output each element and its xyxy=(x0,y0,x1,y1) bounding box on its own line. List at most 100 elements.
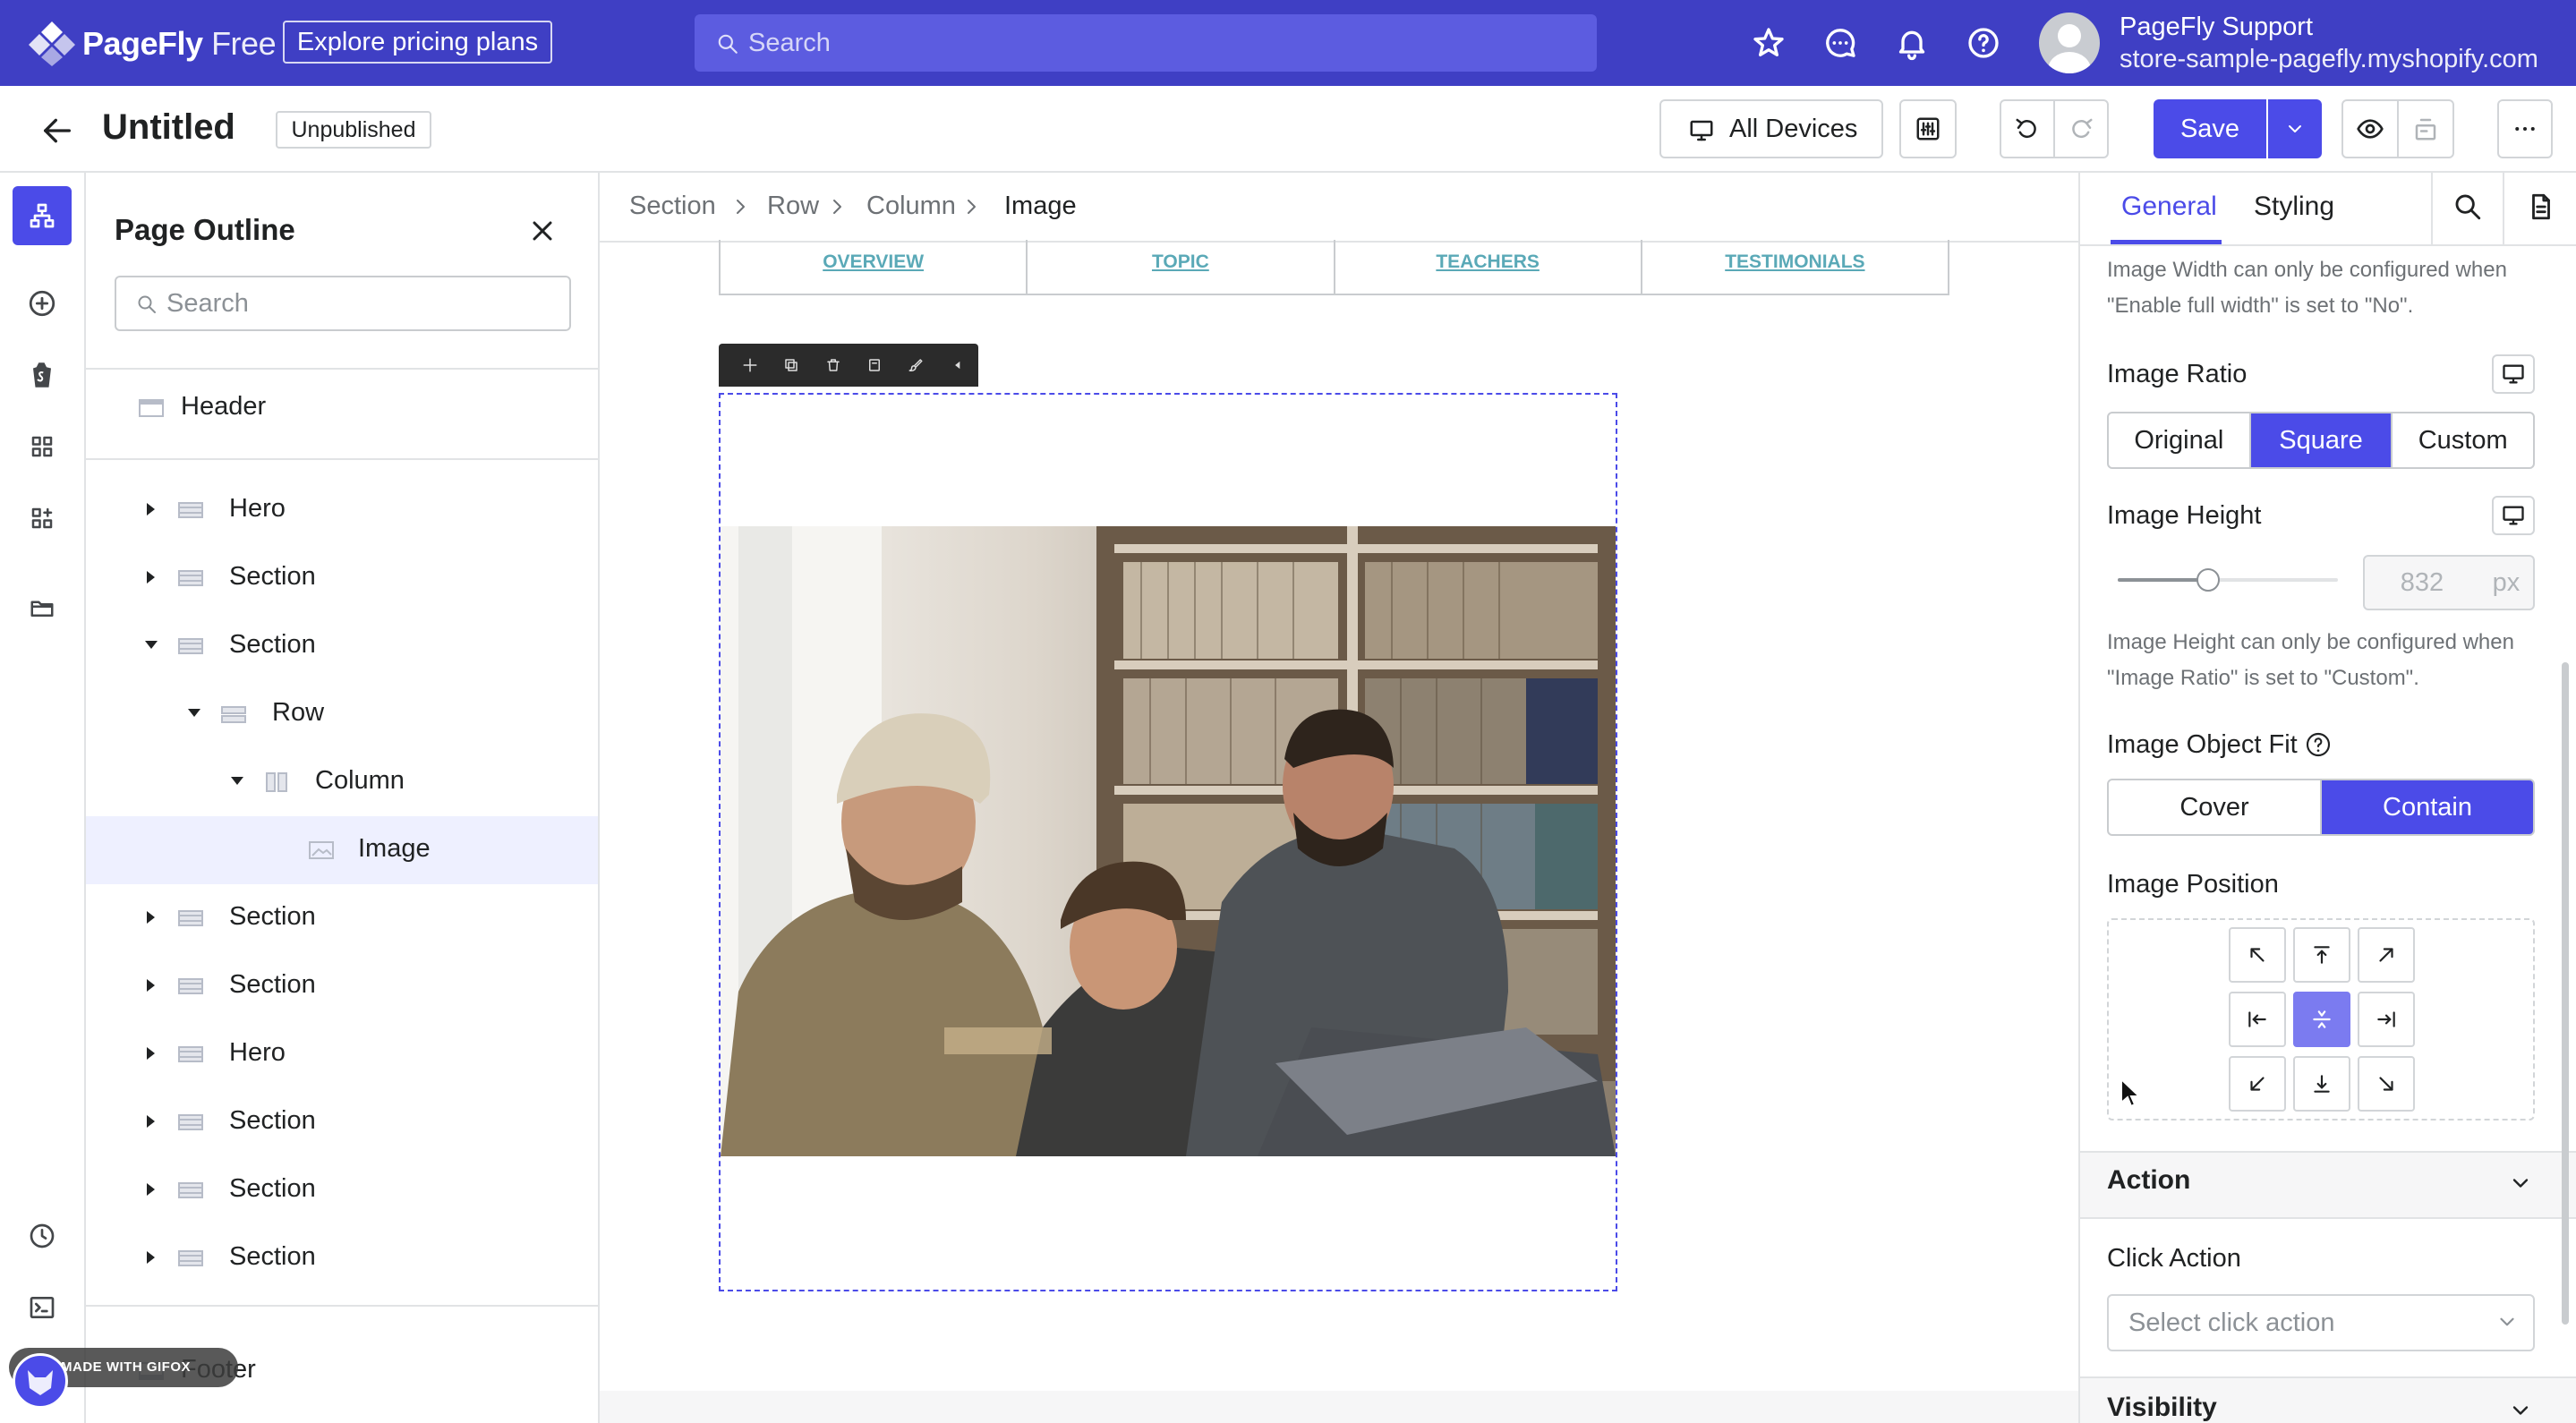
page-settings-button[interactable] xyxy=(1899,99,1957,158)
pagefly-logo-icon[interactable] xyxy=(27,20,77,66)
sections-tab[interactable] xyxy=(13,417,72,476)
undo-button[interactable] xyxy=(2000,99,2055,158)
ratio-custom-button[interactable]: Custom xyxy=(2393,413,2533,467)
breadcrumb xyxy=(600,173,2078,243)
tree-item-section[interactable]: Section xyxy=(86,884,598,952)
tree-item-section[interactable]: Section xyxy=(86,1224,598,1292)
position-left-button[interactable] xyxy=(2229,992,2286,1047)
caret-right-icon[interactable] xyxy=(147,979,155,992)
tree-item-column[interactable]: Column xyxy=(86,748,598,816)
position-right-button[interactable] xyxy=(2358,992,2415,1047)
breadcrumb-item[interactable]: Row xyxy=(767,192,819,221)
global-search-input[interactable]: Search xyxy=(695,14,1597,72)
tree-item-section[interactable]: Section xyxy=(86,1088,598,1156)
user-store[interactable]: store-sample-pagefly.myshopify.com xyxy=(2120,45,2538,74)
files-tab[interactable] xyxy=(13,578,72,637)
ratio-square-button[interactable]: Square xyxy=(2250,413,2393,467)
back-arrow-icon[interactable] xyxy=(39,113,75,149)
tree-item-section[interactable]: Section xyxy=(86,1156,598,1224)
caret-right-icon[interactable] xyxy=(147,503,155,516)
save-dropdown-button[interactable] xyxy=(2268,99,2322,158)
publish-button[interactable] xyxy=(2397,99,2454,158)
outline-search-input[interactable]: Search xyxy=(115,276,571,331)
page-outline-tab[interactable] xyxy=(13,186,72,245)
position-top-right-button[interactable] xyxy=(2358,927,2415,983)
caret-right-icon[interactable] xyxy=(147,571,155,584)
code-tab[interactable] xyxy=(13,1278,72,1337)
tree-item-row[interactable]: Row xyxy=(86,680,598,748)
slider-thumb[interactable] xyxy=(2196,568,2220,592)
position-bottom-button[interactable] xyxy=(2293,1056,2350,1112)
tab-styling[interactable]: Styling xyxy=(2254,192,2334,222)
caret-right-icon[interactable] xyxy=(147,1115,155,1128)
history-tab[interactable] xyxy=(13,1206,72,1265)
tree-item-image-selected[interactable]: Image xyxy=(86,816,598,884)
click-action-select[interactable]: Select click action xyxy=(2107,1294,2535,1351)
position-bottom-right-button[interactable] xyxy=(2358,1056,2415,1112)
caret-down-icon[interactable] xyxy=(145,641,158,649)
caret-down-icon[interactable] xyxy=(231,777,243,785)
more-options-button[interactable] xyxy=(2497,99,2553,158)
position-bottom-left-button[interactable] xyxy=(2229,1056,2286,1112)
redo-button[interactable] xyxy=(2053,99,2109,158)
user-name[interactable]: PageFly Support xyxy=(2120,13,2313,42)
inspector-scrollbar[interactable] xyxy=(2562,662,2569,1325)
page-title[interactable]: Untitled xyxy=(102,107,235,148)
all-devices-button[interactable]: All Devices xyxy=(1659,99,1883,158)
image-photo[interactable] xyxy=(721,526,1616,1156)
shopify-tab[interactable] xyxy=(13,345,72,405)
image-height-input[interactable]: 832 xyxy=(2363,555,2481,610)
tree-item-hero[interactable]: Hero xyxy=(86,476,598,544)
help-icon[interactable] xyxy=(2304,730,2333,759)
help-icon[interactable] xyxy=(1966,25,2001,61)
nav-tab-overview[interactable]: OVERVIEW xyxy=(721,240,1028,294)
fit-cover-button[interactable]: Cover xyxy=(2109,780,2322,834)
caret-right-icon[interactable] xyxy=(147,1047,155,1060)
apps-tab[interactable] xyxy=(13,489,72,548)
chevron-down-icon[interactable] xyxy=(2508,1171,2533,1196)
collapse-toolbar-icon[interactable] xyxy=(937,344,978,387)
caret-down-icon[interactable] xyxy=(188,709,200,717)
tree-item-section-expanded[interactable]: Section xyxy=(86,612,598,680)
trash-icon[interactable] xyxy=(813,344,854,387)
desktop-icon[interactable] xyxy=(2492,496,2535,535)
paint-brush-icon[interactable] xyxy=(895,344,936,387)
position-top-left-button[interactable] xyxy=(2229,927,2286,983)
search-icon[interactable] xyxy=(2452,192,2483,222)
nav-tab-testimonials[interactable]: TESTIMONIALS xyxy=(1642,240,1948,294)
caret-right-icon[interactable] xyxy=(147,1251,155,1264)
tree-item-section[interactable]: Section xyxy=(86,952,598,1020)
nav-tab-topic[interactable]: TOPIC xyxy=(1028,240,1335,294)
copy-style-icon[interactable] xyxy=(854,344,895,387)
caret-right-icon[interactable] xyxy=(147,1183,155,1196)
tree-item-hero[interactable]: Hero xyxy=(86,1020,598,1088)
star-icon[interactable] xyxy=(1751,25,1787,61)
close-icon[interactable] xyxy=(526,215,559,247)
image-object-fit-label: Image Object Fit xyxy=(2107,730,2298,759)
chevron-down-icon[interactable] xyxy=(2508,1398,2533,1423)
nav-tab-teachers[interactable]: TEACHERS xyxy=(1335,240,1642,294)
chat-icon[interactable] xyxy=(1822,25,1858,61)
desktop-icon[interactable] xyxy=(2492,354,2535,394)
tree-item-section[interactable]: Section xyxy=(86,544,598,612)
breadcrumb-item-current: Image xyxy=(1004,192,1077,220)
move-icon[interactable] xyxy=(729,344,771,387)
breadcrumb-item[interactable]: Section xyxy=(629,192,716,221)
position-top-button[interactable] xyxy=(2293,927,2350,983)
position-center-button[interactable] xyxy=(2293,992,2350,1047)
ratio-original-button[interactable]: Original xyxy=(2109,413,2251,467)
fit-contain-button[interactable]: Contain xyxy=(2322,780,2533,834)
tree-item-header[interactable]: Header xyxy=(86,374,598,442)
bell-icon[interactable] xyxy=(1894,25,1930,61)
tab-general[interactable]: General xyxy=(2121,192,2217,222)
save-button[interactable]: Save xyxy=(2154,99,2266,158)
section-icon xyxy=(178,502,203,518)
breadcrumb-item[interactable]: Column xyxy=(866,192,956,221)
caret-right-icon[interactable] xyxy=(147,911,155,924)
preview-button[interactable] xyxy=(2341,99,2399,158)
document-icon[interactable] xyxy=(2526,192,2556,222)
explore-pricing-button[interactable]: Explore pricing plans xyxy=(283,21,552,64)
avatar[interactable] xyxy=(2039,13,2100,73)
add-element-tab[interactable] xyxy=(13,274,72,333)
duplicate-icon[interactable] xyxy=(771,344,812,387)
